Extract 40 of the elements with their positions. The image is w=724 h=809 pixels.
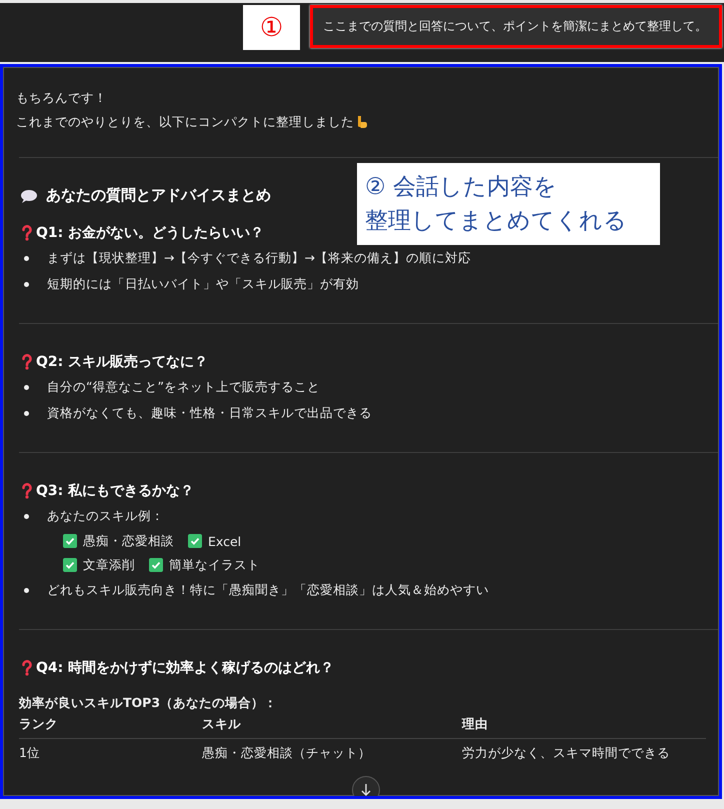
- column-header: 理由: [462, 716, 489, 732]
- down-arrow-icon: [360, 783, 372, 796]
- question-mark-icon: [21, 483, 33, 499]
- intro-text: これまでのやりとりを、以下にコンパクトに整理しました: [16, 114, 354, 130]
- table-cell-text: 1位: [19, 744, 41, 762]
- table-cell-text: 労力が少なく、スキマ時間でできる: [462, 744, 671, 762]
- bullet-text: 短期的には「日払いバイト」や「スキル販売」が有効: [47, 276, 359, 292]
- skill-label: Excel: [208, 534, 242, 548]
- speech-bubble-icon: [20, 188, 38, 202]
- intro-text: もちろんです！: [16, 90, 107, 106]
- bullet-text: まずは【現状整理】→【今すぐできる行動】→【将来の備え】の順に対応: [47, 250, 471, 266]
- bullet-dot: [24, 384, 29, 390]
- annotation-label: ② 会話した内容を 整理してまとめてくれる: [357, 163, 660, 245]
- question-mark-icon: [21, 660, 33, 676]
- column-header: ランク: [19, 716, 59, 732]
- question-title: Q3: 私にもできるかな？: [36, 482, 194, 500]
- bullet-text: 資格がなくても、趣味・性格・日常スキルで出品できる: [47, 404, 372, 422]
- section-heading: あなたの質問とアドバイスまとめ: [46, 186, 271, 205]
- question-mark-icon: [21, 354, 33, 370]
- bullet-text: あなたのスキル例：: [47, 508, 164, 524]
- bullet-text: 自分の“得意なこと”をネット上で販売すること: [47, 378, 320, 396]
- skill-label: 愚痴・恋愛相談: [83, 532, 174, 550]
- skill-label: 簡単なイラスト: [169, 556, 260, 574]
- skill-label: 文章添削: [83, 556, 135, 574]
- question-title: Q4: 時間をかけずに効率よく稼げるのはどれ？: [36, 659, 334, 677]
- annotation-label: ①: [243, 5, 300, 50]
- question-mark-icon: [21, 225, 33, 241]
- bullet-dot: [24, 514, 29, 518]
- column-header: スキル: [202, 716, 242, 732]
- user-message: ここまでの質問と回答について、ポイントを簡潔にまとめて整理して。: [310, 5, 722, 48]
- scroll-down-button[interactable]: [352, 776, 380, 796]
- table-caption: 効率が良いスキルTOP3（あなたの場合）：: [18, 694, 278, 712]
- question-title: Q2: スキル販売ってなに？: [36, 353, 208, 371]
- question-title: Q1: お金がない。どうしたらいい？: [36, 224, 264, 242]
- bullet-dot: [24, 588, 29, 592]
- bullet-dot: [24, 282, 29, 286]
- bullet-dot: [24, 256, 29, 260]
- bullet-dot: [24, 410, 29, 416]
- table-cell-text: 愚痴・恋愛相談（チャット）: [202, 744, 372, 762]
- bullet-text: どれもスキル販売向き！特に「愚痴聞き」「恋愛相談」は人気＆始めやすい: [47, 582, 489, 598]
